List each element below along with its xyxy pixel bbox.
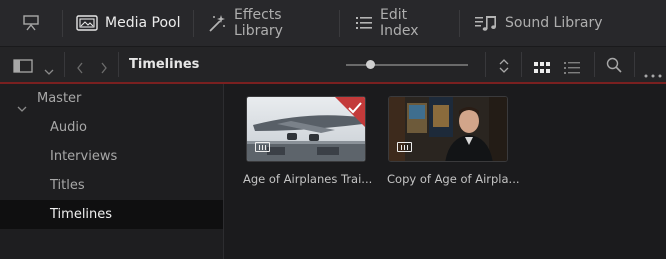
toggle-bin-list-button[interactable]: [8, 47, 38, 82]
more-icon: [644, 63, 662, 77]
bin-list: Master Audio Interviews Titles Timelines: [0, 84, 224, 259]
bin-timelines[interactable]: Timelines: [0, 200, 223, 229]
thumbnail-view-button[interactable]: [530, 47, 554, 82]
clip-name: Copy of Age of Airpla...: [387, 172, 520, 186]
bin-label: Timelines: [50, 207, 113, 222]
divider: [634, 52, 635, 77]
bin-list-dropdown-button[interactable]: [38, 47, 60, 82]
tab-edit-index[interactable]: Edit Index: [355, 0, 450, 46]
clip-thumbnail[interactable]: [246, 96, 366, 162]
divider: [594, 52, 595, 77]
tab-sound-library[interactable]: Sound Library: [474, 0, 604, 46]
bin-audio[interactable]: Audio: [0, 113, 223, 142]
bin-label: Master: [37, 91, 82, 106]
media-pool-toolbar: Timelines: [0, 47, 666, 84]
tab-effects-library[interactable]: Effects Library: [207, 0, 327, 46]
bin-label: Audio: [50, 120, 87, 135]
tab-toggle-monitor[interactable]: [0, 0, 62, 46]
sound-library-icon: [474, 14, 498, 32]
clip-grid: Age of Airplanes Trai... Copy of Age of …: [225, 84, 666, 259]
list-view-icon: [564, 59, 580, 74]
chevron-left-icon: [76, 59, 84, 73]
tab-label: Effects Library: [234, 7, 283, 39]
clip-thumbnail[interactable]: [388, 96, 508, 162]
bin-label: Titles: [50, 178, 85, 193]
clip-thumbnail-item[interactable]: [388, 96, 508, 162]
interview-thumbnail-image: [389, 97, 507, 161]
chevron-right-icon: [100, 59, 108, 73]
clip-thumbnail-item[interactable]: [246, 96, 366, 162]
media-pool-icon: [76, 14, 98, 32]
search-button[interactable]: [601, 47, 627, 82]
sidebar-panel-icon: [13, 58, 33, 73]
tab-media-pool[interactable]: Media Pool: [76, 0, 190, 46]
divider: [459, 10, 460, 37]
effects-wand-icon: [207, 13, 227, 33]
list-view-button[interactable]: [560, 47, 584, 82]
divider: [62, 10, 63, 37]
bin-label: Interviews: [50, 149, 118, 164]
monitor-icon: [22, 14, 40, 32]
more-options-button[interactable]: [640, 47, 666, 82]
bin-master[interactable]: Master: [0, 84, 223, 113]
divider: [118, 52, 119, 77]
nav-forward-button[interactable]: [94, 47, 114, 82]
search-icon: [606, 57, 622, 73]
panel-tab-bar: Media Pool Effects Library Edit Index So…: [0, 0, 666, 47]
bin-interviews[interactable]: Interviews: [0, 142, 223, 171]
zoom-slider-handle[interactable]: [365, 60, 375, 69]
divider: [193, 10, 194, 37]
check-icon: [348, 99, 362, 114]
nav-back-button[interactable]: [70, 47, 90, 82]
grid-icon: [534, 59, 550, 73]
divider: [521, 52, 522, 77]
divider: [64, 52, 65, 77]
chevron-down-icon: [44, 61, 54, 75]
divider: [485, 52, 486, 77]
sort-button[interactable]: [493, 47, 515, 82]
sort-icon: [498, 58, 510, 73]
bin-titles[interactable]: Titles: [0, 171, 223, 200]
breadcrumb: Timelines: [129, 57, 200, 72]
list-icon: [355, 15, 373, 31]
thumbnail-zoom-slider[interactable]: [346, 64, 468, 66]
tab-label: Edit Index: [380, 7, 419, 39]
tab-label: Sound Library: [505, 15, 603, 31]
timeline-icon: [255, 142, 270, 152]
divider: [339, 10, 340, 37]
timeline-icon: [397, 142, 412, 152]
tab-label: Media Pool: [105, 15, 181, 31]
chevron-down-icon: [17, 95, 27, 112]
clip-name: Age of Airplanes Trai...: [243, 172, 373, 186]
